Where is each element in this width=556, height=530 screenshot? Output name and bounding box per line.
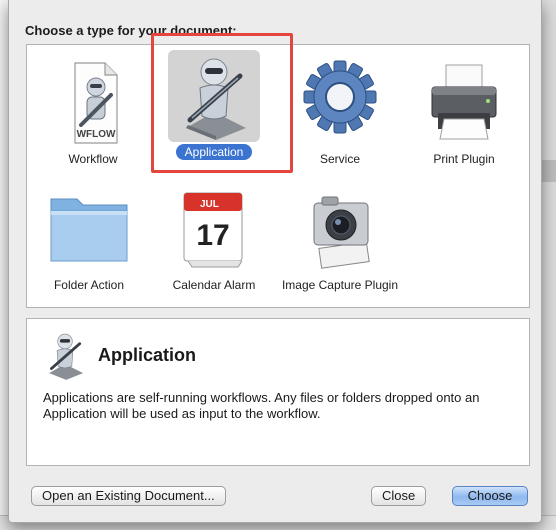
sheet-title: Choose a type for your document: <box>25 23 237 38</box>
service-gear-icon <box>294 57 386 149</box>
type-label-service: Service <box>319 152 360 166</box>
document-type-grid: WFLOW Workflow Application Service Print… <box>26 44 530 308</box>
type-label-folder-action: Folder Action <box>53 278 125 292</box>
close-button[interactable]: Close <box>371 486 427 506</box>
type-tile-calendar-alarm[interactable]: JUL 17 Calendar Alarm <box>155 183 273 293</box>
background-window-right-edge <box>540 0 556 530</box>
type-tile-image-capture-plugin[interactable]: Image Capture Plugin <box>281 183 399 293</box>
type-tile-service[interactable]: Service <box>281 57 399 167</box>
type-label-print-plugin: Print Plugin <box>433 152 495 166</box>
description-title: Application <box>98 345 196 365</box>
background-strip <box>540 160 556 182</box>
description-text: Applications are self-running workflows.… <box>43 390 480 421</box>
type-label-application: Application <box>155 144 273 160</box>
description-panel: Application Applications are self-runnin… <box>26 318 530 466</box>
wflow-badge: WFLOW <box>77 129 116 140</box>
type-tile-print-plugin[interactable]: Print Plugin <box>405 57 523 167</box>
type-label-calendar-alarm: Calendar Alarm <box>172 278 256 292</box>
printer-icon <box>418 57 510 149</box>
type-tile-workflow[interactable]: WFLOW Workflow <box>34 57 152 167</box>
calendar-icon: JUL 17 <box>168 183 260 275</box>
calendar-month: JUL <box>200 199 219 210</box>
choose-button[interactable]: Choose <box>452 486 528 506</box>
automator-application-icon <box>168 50 260 142</box>
camera-icon <box>294 183 386 275</box>
type-label-workflow: Workflow <box>68 152 118 166</box>
folder-icon <box>43 183 135 275</box>
open-existing-document-button[interactable]: Open an Existing Document... <box>31 486 226 506</box>
document-type-sheet: Choose a type for your document: WFLOW W… <box>8 0 542 523</box>
workflow-document-icon: WFLOW <box>47 57 139 149</box>
type-tile-application[interactable]: Application <box>155 50 273 160</box>
type-label-image-capture-plugin: Image Capture Plugin <box>281 278 399 292</box>
type-tile-folder-action[interactable]: Folder Action <box>30 183 148 293</box>
calendar-day: 17 <box>196 219 229 252</box>
automator-application-icon <box>39 329 91 381</box>
